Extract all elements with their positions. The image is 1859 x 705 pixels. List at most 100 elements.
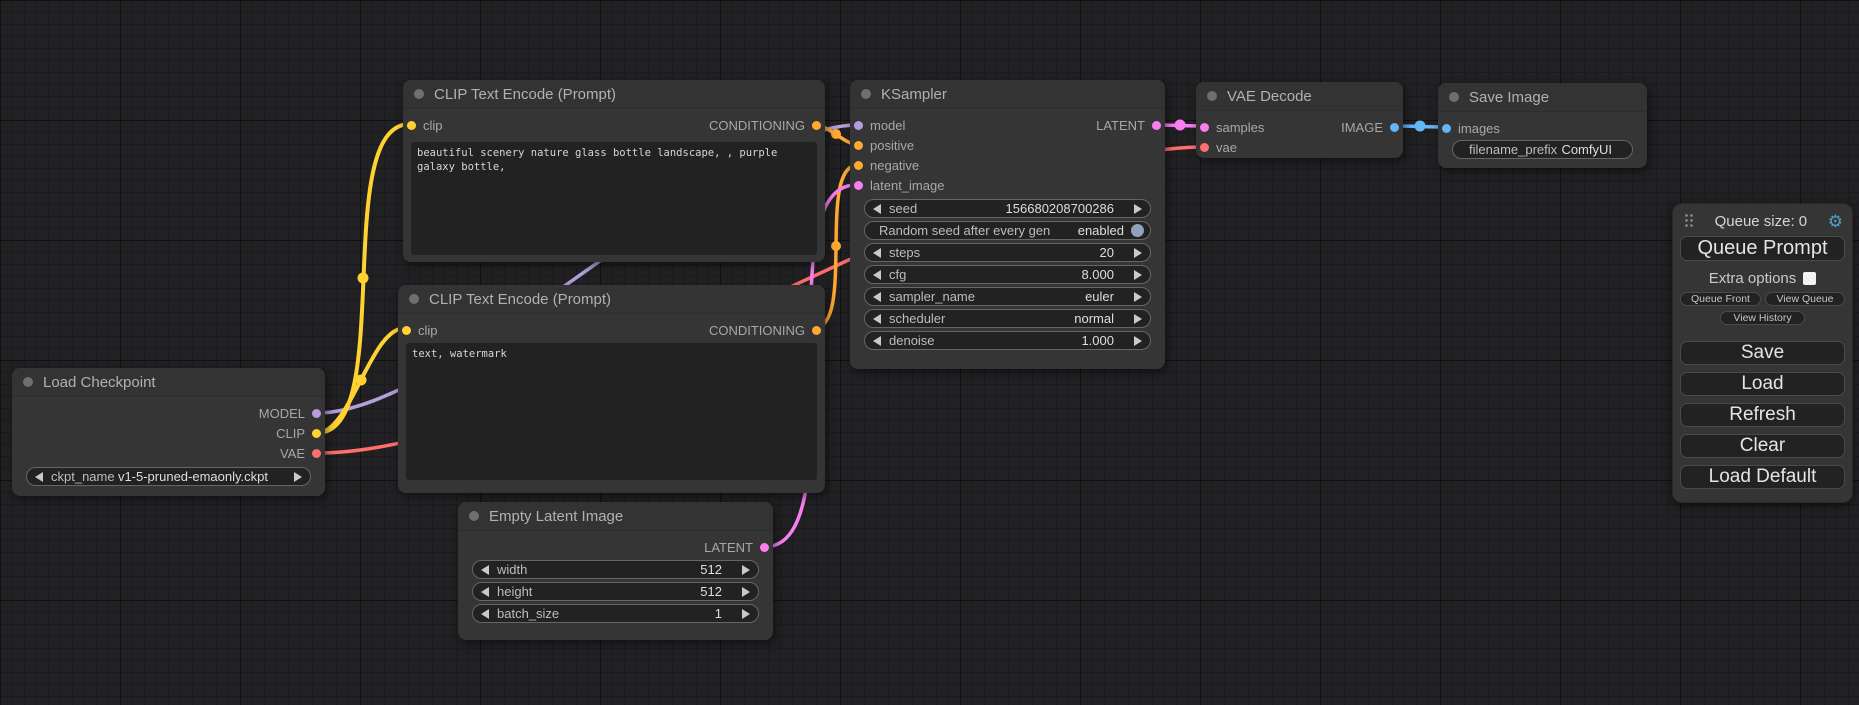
filename-prefix-field[interactable]: filename_prefix ComfyUI (1452, 140, 1633, 159)
steps-stepper[interactable]: steps 20 (864, 243, 1151, 262)
settings-gear-icon[interactable]: ⚙ (1828, 213, 1843, 230)
input-label: samples (1216, 120, 1264, 135)
increment-arrow-icon[interactable] (294, 472, 302, 482)
output-slot-dot-conditioning[interactable] (812, 121, 821, 130)
link-midpoint-dot[interactable] (831, 241, 841, 251)
decrement-arrow-icon[interactable] (873, 292, 881, 302)
scheduler-combo[interactable]: scheduler normal (864, 309, 1151, 328)
input-slot-dot-positive[interactable] (854, 141, 863, 150)
increment-arrow-icon[interactable] (1134, 292, 1142, 302)
decrement-arrow-icon[interactable] (873, 204, 881, 214)
increment-arrow-icon[interactable] (742, 609, 750, 619)
input-slot-dot-samples[interactable] (1200, 123, 1209, 132)
view-queue-button[interactable]: View Queue (1765, 292, 1845, 306)
node-title-bar[interactable]: Empty Latent Image (458, 502, 773, 531)
node-collapse-dot-icon[interactable] (861, 89, 871, 99)
output-label: MODEL (259, 406, 305, 421)
queue-front-button[interactable]: Queue Front (1680, 292, 1761, 306)
node-save-image[interactable]: Save Image images filename_prefix ComfyU… (1438, 83, 1647, 168)
queue-control-panel[interactable]: Queue size: 0 ⚙ Queue Prompt Extra optio… (1672, 203, 1853, 503)
node-collapse-dot-icon[interactable] (414, 89, 424, 99)
decrement-arrow-icon[interactable] (481, 587, 489, 597)
node-clip-text-encode-positive[interactable]: CLIP Text Encode (Prompt) clip CONDITION… (403, 80, 825, 262)
increment-arrow-icon[interactable] (1134, 336, 1142, 346)
extra-options-checkbox[interactable] (1803, 272, 1816, 285)
refresh-button[interactable]: Refresh (1680, 403, 1845, 427)
load-button[interactable]: Load (1680, 372, 1845, 396)
output-slot-dot-vae[interactable] (312, 449, 321, 458)
node-vae-decode[interactable]: VAE Decode samples IMAGE vae (1196, 82, 1403, 158)
decrement-arrow-icon[interactable] (873, 248, 881, 258)
cfg-stepper[interactable]: cfg 8.000 (864, 265, 1151, 284)
increment-arrow-icon[interactable] (742, 565, 750, 575)
widget-value: v1-5-pruned-emaonly.ckpt (118, 469, 268, 484)
height-stepper[interactable]: height 512 (472, 582, 759, 601)
link-midpoint-dot[interactable] (1415, 121, 1426, 132)
decrement-arrow-icon[interactable] (873, 270, 881, 280)
increment-arrow-icon[interactable] (1134, 204, 1142, 214)
decrement-arrow-icon[interactable] (481, 609, 489, 619)
prompt-textarea[interactable]: beautiful scenery nature glass bottle la… (411, 142, 817, 255)
increment-arrow-icon[interactable] (1134, 270, 1142, 280)
input-label: negative (870, 158, 919, 173)
node-title-bar[interactable]: CLIP Text Encode (Prompt) (403, 80, 825, 109)
output-slot-dot-latent[interactable] (1152, 121, 1161, 130)
toggle-on-icon[interactable] (1131, 224, 1144, 237)
node-collapse-dot-icon[interactable] (469, 511, 479, 521)
width-stepper[interactable]: width 512 (472, 560, 759, 579)
input-slot-dot-model[interactable] (854, 121, 863, 130)
input-slot-dot-latent-image[interactable] (854, 181, 863, 190)
output-slot-dot-image[interactable] (1390, 123, 1399, 132)
output-slot-dot-clip[interactable] (312, 429, 321, 438)
node-empty-latent-image[interactable]: Empty Latent Image LATENT width 512 heig… (458, 502, 773, 640)
node-title-bar[interactable]: Load Checkpoint (12, 368, 325, 397)
random-seed-toggle[interactable]: Random seed after every gen enabled (864, 221, 1151, 240)
node-title-bar[interactable]: CLIP Text Encode (Prompt) (398, 285, 825, 314)
node-collapse-dot-icon[interactable] (409, 294, 419, 304)
link-midpoint-dot[interactable] (356, 375, 367, 386)
decrement-arrow-icon[interactable] (481, 565, 489, 575)
clear-button[interactable]: Clear (1680, 434, 1845, 458)
node-collapse-dot-icon[interactable] (23, 377, 33, 387)
link-midpoint-dot[interactable] (831, 129, 841, 139)
node-collapse-dot-icon[interactable] (1449, 92, 1459, 102)
increment-arrow-icon[interactable] (742, 587, 750, 597)
drag-handle-icon[interactable] (1684, 213, 1694, 229)
input-slot-dot-images[interactable] (1442, 124, 1451, 133)
link-midpoint-dot[interactable] (1175, 120, 1186, 131)
decrement-arrow-icon[interactable] (35, 472, 43, 482)
save-button[interactable]: Save (1680, 341, 1845, 365)
link-midpoint-dot[interactable] (358, 273, 369, 284)
node-title-bar[interactable]: VAE Decode (1196, 82, 1403, 111)
widget-value: ComfyUI (1561, 142, 1612, 157)
sampler-name-combo[interactable]: sampler_name euler (864, 287, 1151, 306)
node-clip-text-encode-negative[interactable]: CLIP Text Encode (Prompt) clip CONDITION… (398, 285, 825, 493)
ckpt-name-combo[interactable]: ckpt_name v1-5-pruned-emaonly.ckpt (26, 467, 311, 486)
output-slot-dot-conditioning[interactable] (812, 326, 821, 335)
increment-arrow-icon[interactable] (1134, 314, 1142, 324)
widget-label: denoise (889, 333, 935, 348)
node-title-bar[interactable]: KSampler (850, 80, 1165, 109)
seed-stepper[interactable]: seed 156680208700286 (864, 199, 1151, 218)
decrement-arrow-icon[interactable] (873, 336, 881, 346)
node-ksampler[interactable]: KSampler model LATENT positive negative … (850, 80, 1165, 369)
node-title-bar[interactable]: Save Image (1438, 83, 1647, 112)
prompt-textarea[interactable]: text, watermark (406, 343, 817, 480)
load-default-button[interactable]: Load Default (1680, 465, 1845, 489)
input-slot-dot-vae[interactable] (1200, 143, 1209, 152)
output-slot-dot-latent[interactable] (760, 543, 769, 552)
increment-arrow-icon[interactable] (1134, 248, 1142, 258)
decrement-arrow-icon[interactable] (873, 314, 881, 324)
output-slot-dot-model[interactable] (312, 409, 321, 418)
input-slot-dot-clip[interactable] (407, 121, 416, 130)
input-slot-dot-clip[interactable] (402, 326, 411, 335)
node-graph-canvas[interactable]: Load Checkpoint MODEL CLIP VAE ckpt_name… (0, 0, 1859, 705)
denoise-stepper[interactable]: denoise 1.000 (864, 331, 1151, 350)
queue-prompt-button[interactable]: Queue Prompt (1680, 236, 1845, 261)
batch-size-stepper[interactable]: batch_size 1 (472, 604, 759, 623)
node-collapse-dot-icon[interactable] (1207, 91, 1217, 101)
extra-options-label: Extra options (1709, 270, 1797, 287)
input-slot-dot-negative[interactable] (854, 161, 863, 170)
view-history-button[interactable]: View History (1720, 311, 1804, 325)
node-load-checkpoint[interactable]: Load Checkpoint MODEL CLIP VAE ckpt_name… (12, 368, 325, 496)
